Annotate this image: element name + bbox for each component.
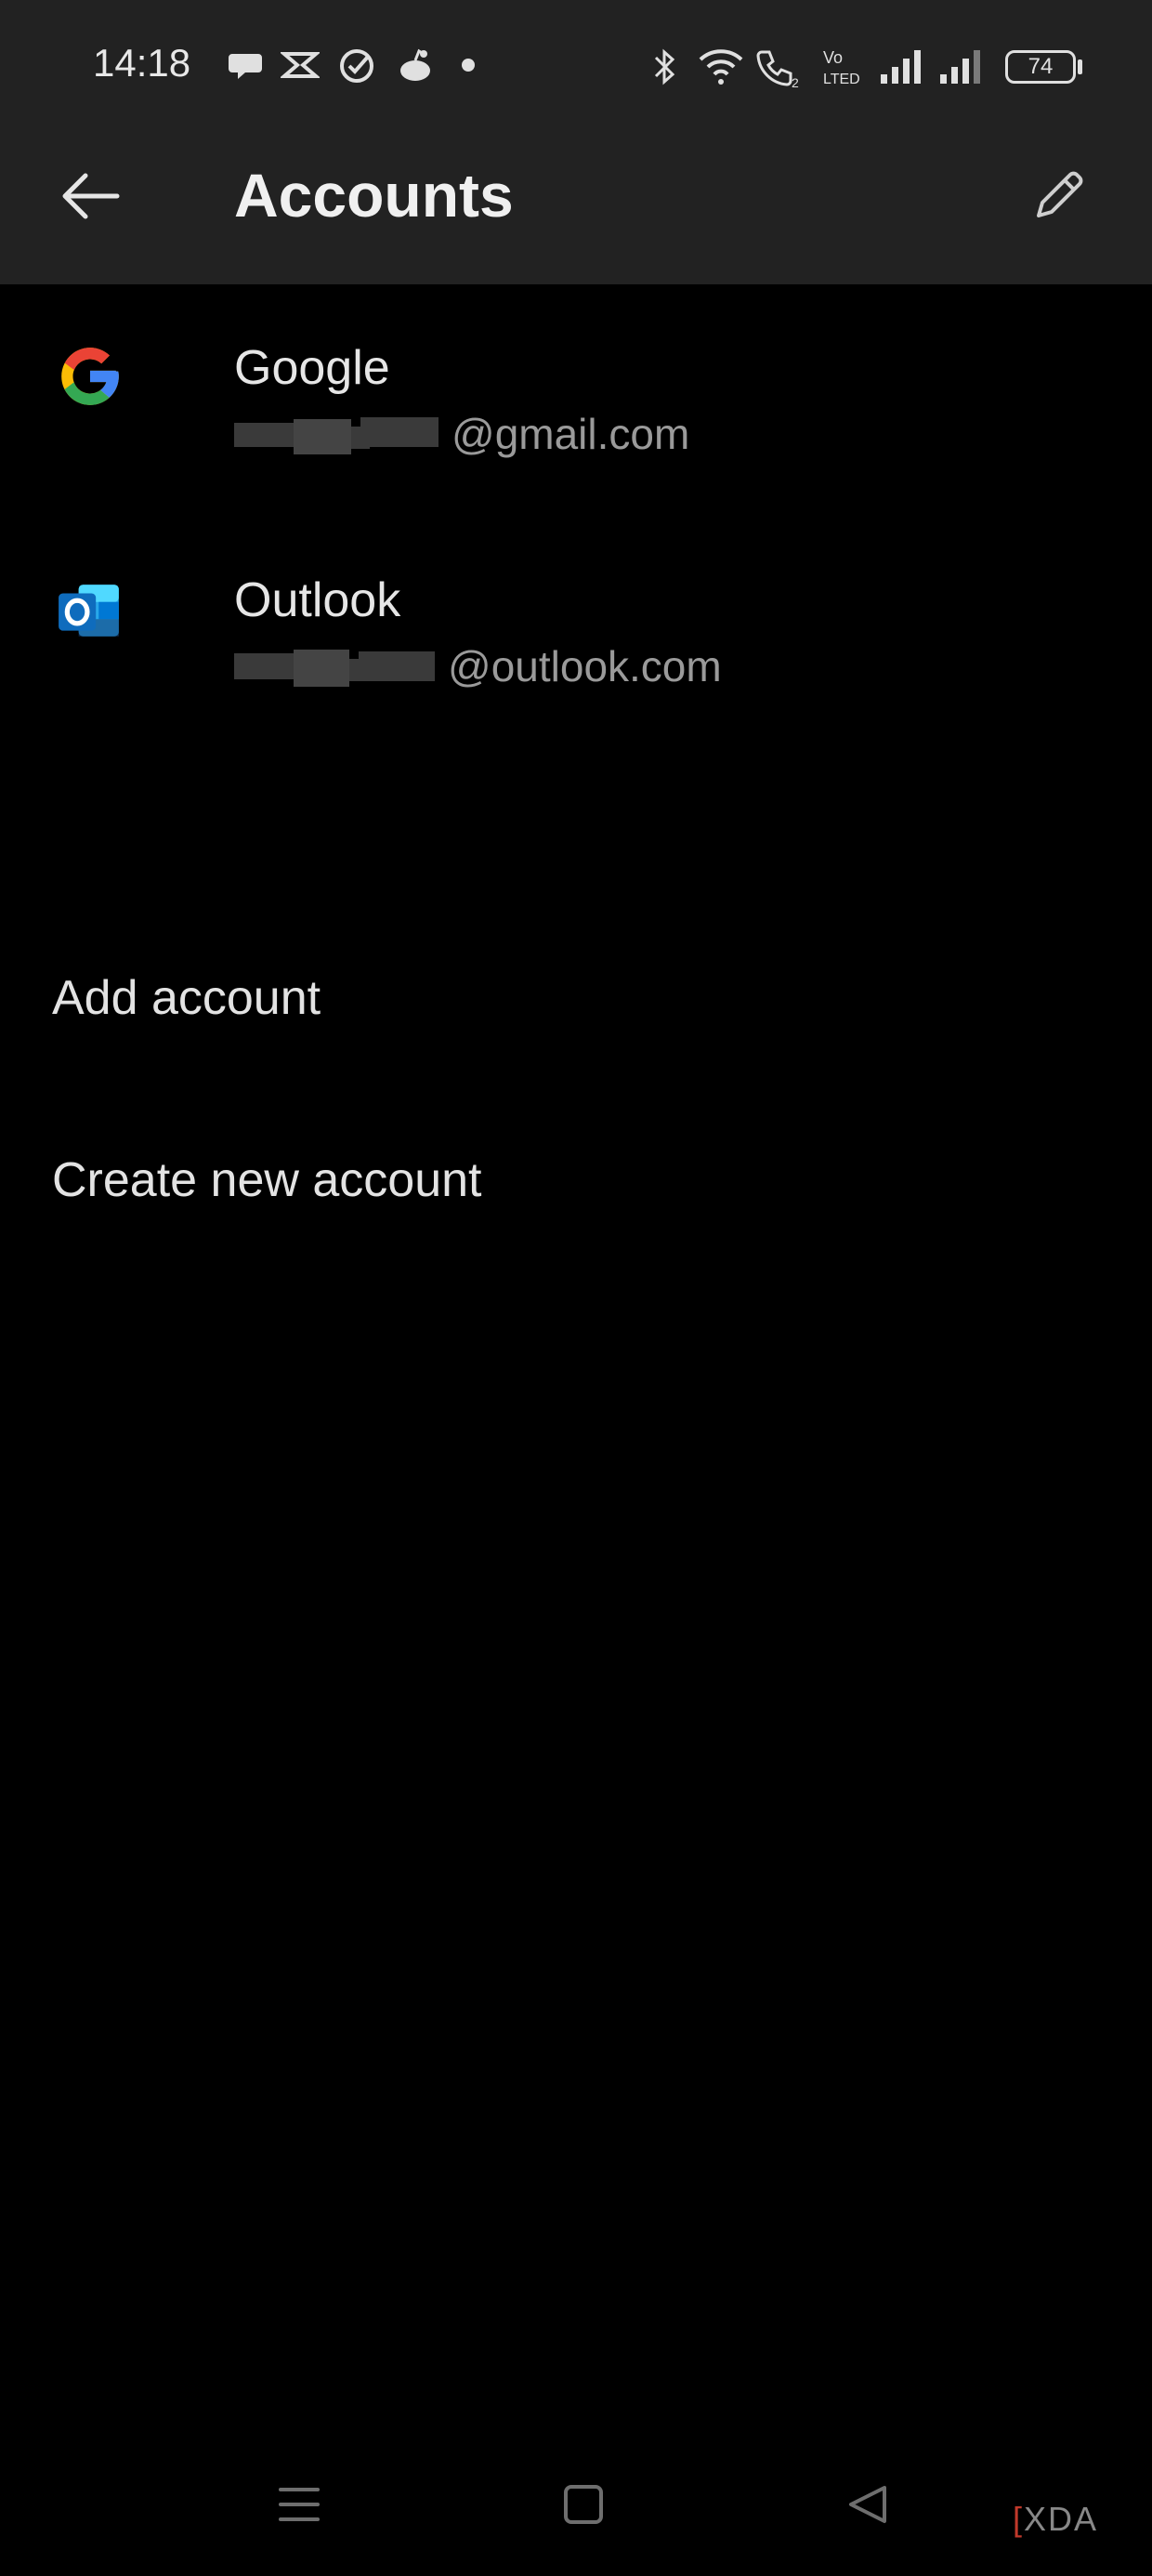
account-item-outlook[interactable]: Outlook @outlook.com <box>0 539 1152 762</box>
svg-text:LTED: LTED <box>823 72 860 87</box>
back-nav-button[interactable] <box>831 2472 905 2537</box>
account-item-google[interactable]: Google @gmail.com <box>0 307 1152 530</box>
signal-icon <box>940 50 980 84</box>
tasks-check-icon <box>340 49 373 83</box>
wifi-call-icon: 2 <box>756 50 799 89</box>
xda-watermark: [XDA <box>1013 2500 1099 2538</box>
back-triangle-icon <box>849 2486 886 2523</box>
page-title: Accounts <box>234 161 514 230</box>
recents-button[interactable] <box>262 2472 336 2537</box>
bluetooth-icon <box>654 48 675 85</box>
chat-bubble-icon <box>229 54 262 79</box>
dot-icon <box>462 59 475 72</box>
back-button[interactable] <box>48 154 132 238</box>
home-square-icon <box>564 2485 603 2524</box>
status-time: 14:18 <box>93 41 191 85</box>
reddit-icon <box>400 48 430 81</box>
redacted-email-username <box>234 416 439 458</box>
pencil-icon <box>1037 171 1083 217</box>
create-new-account-button[interactable]: Create new account <box>52 1152 482 1208</box>
wifi-icon <box>699 49 743 85</box>
arrow-left-icon <box>62 173 120 219</box>
battery-level: 74 <box>1028 54 1054 79</box>
menu-icon <box>279 2488 320 2521</box>
svg-text:Vo: Vo <box>823 48 843 67</box>
account-email-domain: @outlook.com <box>448 642 722 690</box>
redacted-email-username <box>234 649 435 690</box>
home-button[interactable] <box>546 2472 621 2537</box>
capcut-icon <box>281 52 320 78</box>
status-bar: 14:18 2 Vo LTED 74 <box>0 0 1152 139</box>
add-account-button[interactable]: Add account <box>52 970 321 1026</box>
app-bar <box>0 139 1152 284</box>
svg-text:2: 2 <box>792 75 799 89</box>
battery-tip <box>1078 59 1082 74</box>
account-name: Outlook <box>234 573 401 627</box>
google-icon <box>61 348 119 405</box>
account-email-domain: @gmail.com <box>452 410 690 458</box>
account-email: @gmail.com <box>234 409 689 459</box>
account-name: Google <box>234 341 390 395</box>
account-email: @outlook.com <box>234 641 722 691</box>
outlook-icon <box>59 585 119 637</box>
signal-icon <box>881 50 921 84</box>
battery-icon: 74 <box>1005 50 1076 84</box>
edit-button[interactable] <box>1022 158 1096 232</box>
volte-icon: Vo LTED <box>823 48 860 87</box>
